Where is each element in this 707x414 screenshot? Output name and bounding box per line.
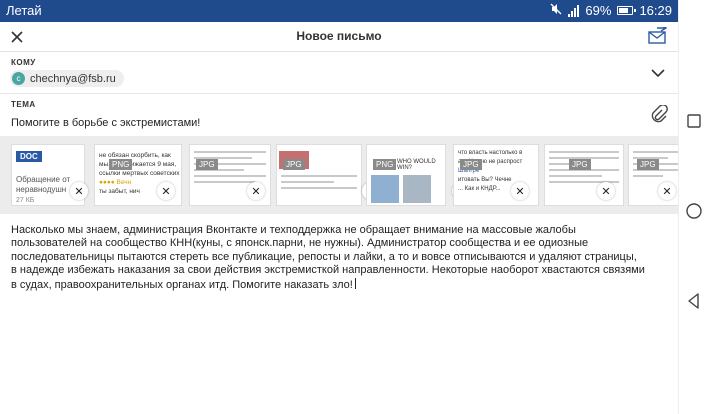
remove-attachment-icon[interactable]: ✕ (247, 182, 265, 200)
preview-line: что власть настолько в (458, 150, 523, 156)
body-line: в судах, правоохранительных органах итд.… (11, 278, 353, 291)
remove-attachment-icon[interactable]: ✕ (597, 182, 615, 200)
preview-line: Вечн (116, 179, 132, 186)
battery-icon (617, 6, 637, 15)
attachments-strip[interactable]: DOC Обращение от неравнодушн 27 КБ ✕ не … (0, 136, 678, 214)
mute-icon (550, 3, 562, 18)
file-type-badge: PNG (109, 159, 133, 170)
file-type-badge: JPG (460, 159, 482, 170)
paperclip-icon[interactable] (650, 104, 668, 125)
body-line: последовательницы пытаются стереть все п… (11, 250, 637, 263)
message-body[interactable]: Насколько мы знаем, администрация Вконта… (11, 224, 676, 292)
attachment-image[interactable]: WHO WOULD WIN? PNG (366, 144, 446, 206)
preview-line: ссылки мертвых советских (99, 170, 180, 177)
file-type-badge: JPG (637, 159, 659, 170)
carrier-name: Летай (6, 3, 42, 18)
to-field[interactable]: КОМУ c chechnya@fsb.ru (0, 52, 678, 94)
file-size: 27 КБ (16, 197, 35, 204)
status-bar: Летай 69% 16:29 (0, 0, 678, 22)
clock: 16:29 (639, 3, 672, 18)
file-type-badge: DOC (16, 151, 42, 162)
remove-attachment-icon[interactable]: ✕ (511, 182, 529, 200)
remove-attachment-icon[interactable]: ✕ (157, 182, 175, 200)
recents-square-icon[interactable] (685, 112, 703, 130)
chevron-down-icon[interactable] (650, 66, 666, 80)
avatar: c (12, 72, 25, 85)
remove-attachment-icon[interactable]: ✕ (658, 182, 676, 200)
battery-percent: 69% (585, 3, 612, 18)
to-label: КОМУ (11, 58, 36, 67)
subject-label: ТЕМА (11, 100, 36, 109)
attachment-image[interactable]: JPG (276, 144, 362, 206)
file-type-badge: JPG (196, 159, 218, 170)
signal-icon (568, 4, 580, 17)
body-line: пользователей на сообщество КНН(куны, с … (11, 237, 589, 250)
send-icon[interactable] (646, 24, 668, 47)
body-line: Насколько мы знаем, администрация Вконта… (11, 224, 576, 236)
preview-line: WHO WOULD WIN? (397, 159, 436, 171)
recipient-email: chechnya@fsb.ru (30, 72, 116, 85)
file-type-badge: JPG (283, 159, 305, 170)
text-cursor (354, 277, 356, 289)
app-bar: Новое письмо (0, 22, 678, 52)
body-line: в надежде избежать наказания за свои дей… (11, 264, 645, 277)
back-triangle-icon[interactable] (685, 292, 703, 310)
subject-field[interactable]: ТЕМА Помогите в борьбе с экстремистами! (0, 95, 678, 135)
file-type-badge: PNG (373, 159, 397, 170)
recipient-chip[interactable]: c chechnya@fsb.ru (10, 70, 124, 87)
page-title: Новое письмо (296, 29, 382, 43)
system-nav-bar (678, 0, 707, 414)
subject-input[interactable]: Помогите в борьбе с экстремистами! (11, 117, 200, 129)
file-type-badge: JPG (569, 159, 591, 170)
home-circle-icon[interactable] (685, 202, 703, 220)
remove-attachment-icon[interactable]: ✕ (70, 182, 88, 200)
